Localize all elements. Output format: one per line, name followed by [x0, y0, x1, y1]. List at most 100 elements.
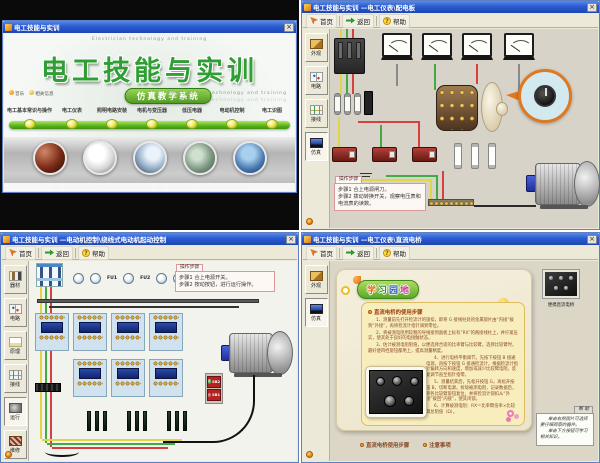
thumbnail-components[interactable]: [233, 141, 267, 175]
menu-item-label: 电工识图: [252, 107, 292, 114]
rotary-knob-icon[interactable]: [534, 85, 556, 107]
close-icon[interactable]: ×: [587, 3, 597, 12]
fuse[interactable]: [334, 93, 341, 115]
sidebar-principle-button[interactable]: 原理: [4, 331, 27, 360]
menu-item-lighting[interactable]: 照明电路安装: [92, 107, 132, 135]
link-precautions[interactable]: 注意事项: [423, 441, 451, 449]
back-button[interactable]: 返回: [41, 246, 73, 260]
menu-item-label: 低压电器: [172, 107, 212, 114]
menu-titlebar: 电工技能与实训 ×: [3, 21, 296, 33]
fuse[interactable]: [73, 273, 84, 284]
bridge-thumbnail[interactable]: [542, 269, 580, 299]
wire-loop: [45, 447, 79, 457]
menu-oval-button: [266, 119, 278, 129]
menu-item-machines[interactable]: 电机与变压器: [132, 107, 172, 135]
sidebar-wiring-button[interactable]: 接线: [4, 364, 27, 393]
close-icon[interactable]: ×: [587, 235, 597, 244]
home-button[interactable]: 首页: [306, 246, 337, 260]
info-link[interactable]: 相关信息: [29, 90, 53, 97]
home-icon: [310, 17, 318, 25]
thumbnail-label: 便携直流电桥: [534, 302, 588, 308]
circuit-breaker[interactable]: [36, 263, 63, 287]
contactor[interactable]: [35, 313, 69, 351]
fuse-link[interactable]: [488, 143, 496, 169]
toolbar-separator: [376, 16, 377, 26]
sidebar-run-button[interactable]: 运行: [4, 397, 27, 426]
quadrant-motor-control: 电工技能与实训 —电动机控制\绕线式电动机起动控制 × 首页 返回 ?帮助 器材…: [0, 232, 299, 463]
music-toggle[interactable]: 音乐: [9, 90, 24, 97]
fuse-link[interactable]: [471, 143, 479, 169]
sidebar-label: 外观: [311, 50, 321, 57]
sidebar-label: 仿真: [311, 149, 321, 156]
switch-ceramic-handle[interactable]: [481, 82, 503, 132]
app-icon: [5, 24, 12, 31]
thumbnail-breaker[interactable]: [133, 141, 167, 175]
contactor[interactable]: [111, 313, 145, 351]
home-button[interactable]: 首页: [306, 14, 337, 28]
wiring-icon: [310, 105, 323, 115]
menu-item-instruments[interactable]: 电工仪表: [52, 107, 92, 135]
fuse[interactable]: [123, 273, 134, 284]
contactor[interactable]: [111, 359, 145, 397]
sidebar-appearance-button[interactable]: 外观: [305, 265, 328, 294]
back-button[interactable]: 返回: [342, 14, 374, 28]
wire: [434, 64, 436, 90]
fuse[interactable]: [90, 273, 101, 284]
fuse-label: FU1: [107, 276, 117, 281]
music-label: 音乐: [15, 92, 24, 97]
meter-base: [421, 55, 453, 60]
note-line: 单击下方按钮可学习相关知识。: [540, 429, 590, 441]
back-button[interactable]: 返回: [342, 246, 374, 260]
thumbnail-meter[interactable]: [83, 141, 117, 175]
thumbnail-wires[interactable]: [33, 141, 67, 175]
sidebar-label: 外观: [311, 282, 321, 289]
sidebar-circuit-button[interactable]: 电路: [4, 298, 27, 327]
fuse[interactable]: [156, 273, 167, 284]
sidebar-appearance-button[interactable]: 外观: [305, 33, 328, 62]
music-icon[interactable]: [306, 218, 313, 225]
contactor[interactable]: [149, 313, 183, 351]
menu-item-basics[interactable]: 电工基本常识与操作: [7, 107, 52, 135]
menu-item-label: 电机与变压器: [132, 107, 172, 114]
wire: [42, 439, 182, 441]
music-icon[interactable]: [306, 451, 313, 458]
back-arrow-icon: [346, 17, 355, 24]
wire: [442, 171, 444, 201]
changeover-switch[interactable]: [436, 85, 478, 131]
sidebar-simulation-button[interactable]: 仿真: [305, 132, 328, 161]
menu-item-lowvoltage[interactable]: 低压电器: [172, 107, 212, 135]
music-icon[interactable]: [5, 451, 12, 458]
terminal-strip: [428, 199, 474, 206]
sidebar-materials-button[interactable]: 器材: [4, 265, 27, 294]
close-icon[interactable]: ×: [286, 235, 296, 244]
help-button[interactable]: ?帮助: [379, 246, 410, 260]
fuse-link[interactable]: [454, 143, 462, 169]
close-icon[interactable]: ×: [284, 23, 294, 32]
sidebar-circuit-button[interactable]: 电路: [305, 66, 328, 95]
knob-icon: [392, 376, 402, 386]
knife-switch[interactable]: [334, 38, 365, 74]
thumbnail-motor[interactable]: [183, 141, 217, 175]
hint-tab: 操作步骤: [176, 264, 203, 271]
motor-sidebar: 器材 电路 原理 接线 运行 维修: [2, 261, 29, 461]
fuse[interactable]: [354, 93, 361, 115]
wire: [338, 117, 340, 147]
menu-item-drawings[interactable]: 电工识图: [252, 107, 292, 135]
info-icon: [29, 90, 34, 95]
sidebar-label: 运行: [10, 414, 20, 421]
contactor[interactable]: [73, 313, 107, 351]
contactor[interactable]: [73, 359, 107, 397]
help-button[interactable]: ?帮助: [379, 14, 410, 28]
sidebar-simulation-button[interactable]: 仿真: [305, 298, 328, 327]
sidebar-wiring-button[interactable]: 接线: [305, 99, 328, 128]
help-button[interactable]: ?帮助: [78, 246, 109, 260]
ring-decoration: [341, 286, 350, 295]
bridge-thumbnail-image: [545, 272, 577, 296]
link-usage-steps[interactable]: 直流电桥使用步骤: [360, 441, 409, 449]
menu-item-motorcontrol[interactable]: 电动机控制: [212, 107, 252, 135]
wire: [340, 74, 342, 94]
knob-icon: [404, 396, 414, 406]
home-button[interactable]: 首页: [5, 246, 36, 260]
fuse[interactable]: [344, 93, 351, 115]
meter-window: 电工技能与实训 —电工仪表\配电板 × 首页 返回 ?帮助 外观 电路 接线 仿…: [301, 0, 600, 230]
